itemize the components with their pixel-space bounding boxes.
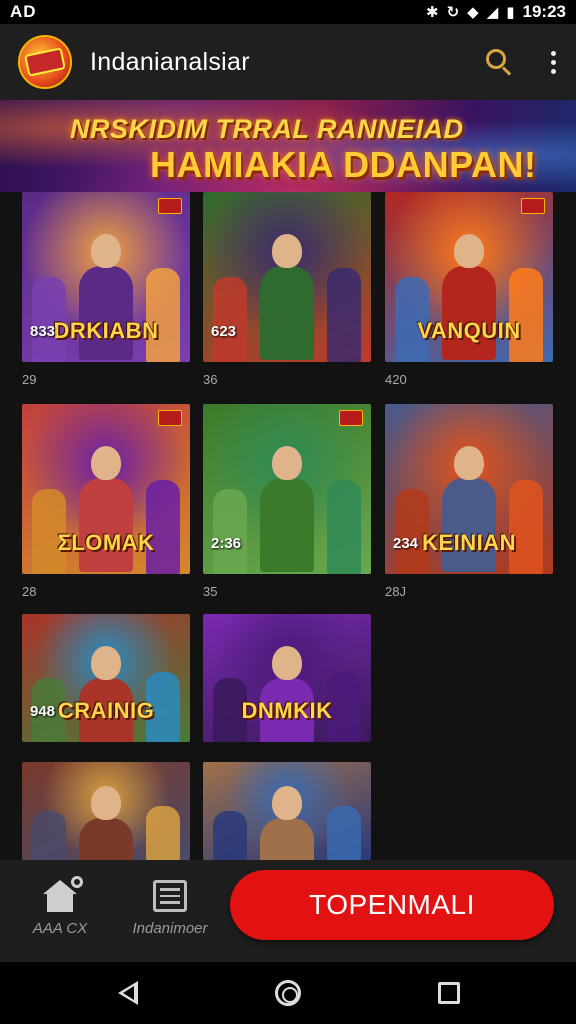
app-bar: Indanianalsiar — [0, 24, 576, 100]
banner-headline: NRSKIDIM TRRAL RANNEIAD — [70, 114, 464, 144]
game-caption: 28J — [385, 584, 406, 599]
app-actions — [484, 47, 558, 77]
game-card[interactable]: VANQUIN 420 — [385, 192, 553, 387]
promo-banner[interactable]: NRSKIDIM TRRAL RANNEIAD HAMIAKIA DDANPAN… — [0, 100, 576, 192]
game-thumbnail[interactable]: CRAINIG 948 — [22, 614, 190, 742]
game-thumbnail[interactable]: VANQUIN — [385, 192, 553, 362]
badge-icon — [158, 198, 182, 214]
app-title: Indanianalsiar — [90, 47, 250, 76]
game-number: 2:36 — [211, 535, 242, 552]
nav-home[interactable]: AAA CX — [10, 876, 110, 937]
game-card[interactable]: 2:36 35 — [203, 404, 371, 599]
game-thumbnail[interactable]: ƩLOMAK — [22, 404, 190, 574]
game-thumbnail[interactable] — [22, 762, 190, 860]
game-caption: 420 — [385, 372, 407, 387]
game-caption: 29 — [22, 372, 37, 387]
game-card[interactable] — [22, 762, 190, 860]
battery-icon: ▮ — [506, 4, 515, 21]
app-logo — [18, 35, 72, 89]
banner-title: HAMIAKIA DDANPAN! — [150, 144, 537, 185]
game-number: 623 — [211, 323, 237, 340]
game-thumbnail[interactable]: 2:36 — [203, 404, 371, 574]
game-card[interactable]: DNMKIK — [203, 614, 371, 764]
game-thumbnail[interactable]: KEINIAN 234 — [385, 404, 553, 574]
bottom-bar: AAA CX Indanimoer TOPENMALI — [0, 860, 576, 962]
badge-icon — [158, 410, 182, 426]
game-grid: DRKIABN 833 29 623 36 VANQUIN 420 ƩLOMAK 28 2:36 3… — [0, 192, 576, 860]
status-left-text: AD — [10, 2, 37, 21]
game-number: 948 — [30, 703, 56, 720]
more-vert-icon[interactable] — [548, 50, 558, 74]
wifi-icon: ◆ — [467, 4, 479, 21]
cta-button[interactable]: TOPENMALI — [230, 870, 554, 940]
game-card[interactable]: 623 36 — [203, 192, 371, 387]
signal-icon: ◢ — [486, 4, 499, 21]
nav-library-label: Indanimoer — [132, 920, 208, 937]
status-icons: ✱ ↻ ◆ ◢ ▮ 19:23 — [426, 2, 566, 22]
game-card[interactable]: DRKIABN 833 29 — [22, 192, 190, 387]
home-button-icon[interactable] — [275, 980, 301, 1006]
status-bar: AD ✱ ↻ ◆ ◢ ▮ 19:23 — [0, 0, 576, 24]
game-number: 833 — [30, 323, 56, 340]
game-thumbnail[interactable]: DRKIABN 833 — [22, 192, 190, 362]
game-thumbnail[interactable]: 623 — [203, 192, 371, 362]
game-thumbnail[interactable]: DNMKIK — [203, 614, 371, 742]
badge-icon — [339, 410, 363, 426]
recents-icon[interactable] — [438, 982, 460, 1004]
badge-icon — [521, 198, 545, 214]
nav-library[interactable]: Indanimoer — [120, 880, 220, 937]
system-nav-bar — [0, 962, 576, 1024]
status-time: 19:23 — [522, 2, 566, 21]
game-caption: 36 — [203, 372, 218, 387]
game-title: ƩLOMAK — [57, 530, 155, 555]
game-caption: 28 — [22, 584, 37, 599]
game-card[interactable]: CRAINIG 948 — [22, 614, 190, 764]
vibrate-icon: ↻ — [446, 4, 460, 21]
game-thumbnail[interactable] — [203, 762, 371, 860]
game-title: DNMKIK — [241, 698, 333, 723]
game-card[interactable] — [203, 762, 371, 860]
bluetooth-icon: ✱ — [426, 4, 439, 21]
game-caption: 35 — [203, 584, 218, 599]
back-icon[interactable] — [116, 980, 142, 1006]
list-icon — [153, 880, 187, 912]
home-icon — [43, 876, 83, 912]
game-card[interactable]: ƩLOMAK 28 — [22, 404, 190, 599]
search-icon[interactable] — [484, 47, 514, 77]
game-title: VANQUIN — [417, 318, 521, 343]
game-number: 234 — [393, 535, 419, 552]
game-card[interactable]: KEINIAN 234 28J — [385, 404, 553, 599]
nav-home-label: AAA CX — [32, 920, 88, 937]
